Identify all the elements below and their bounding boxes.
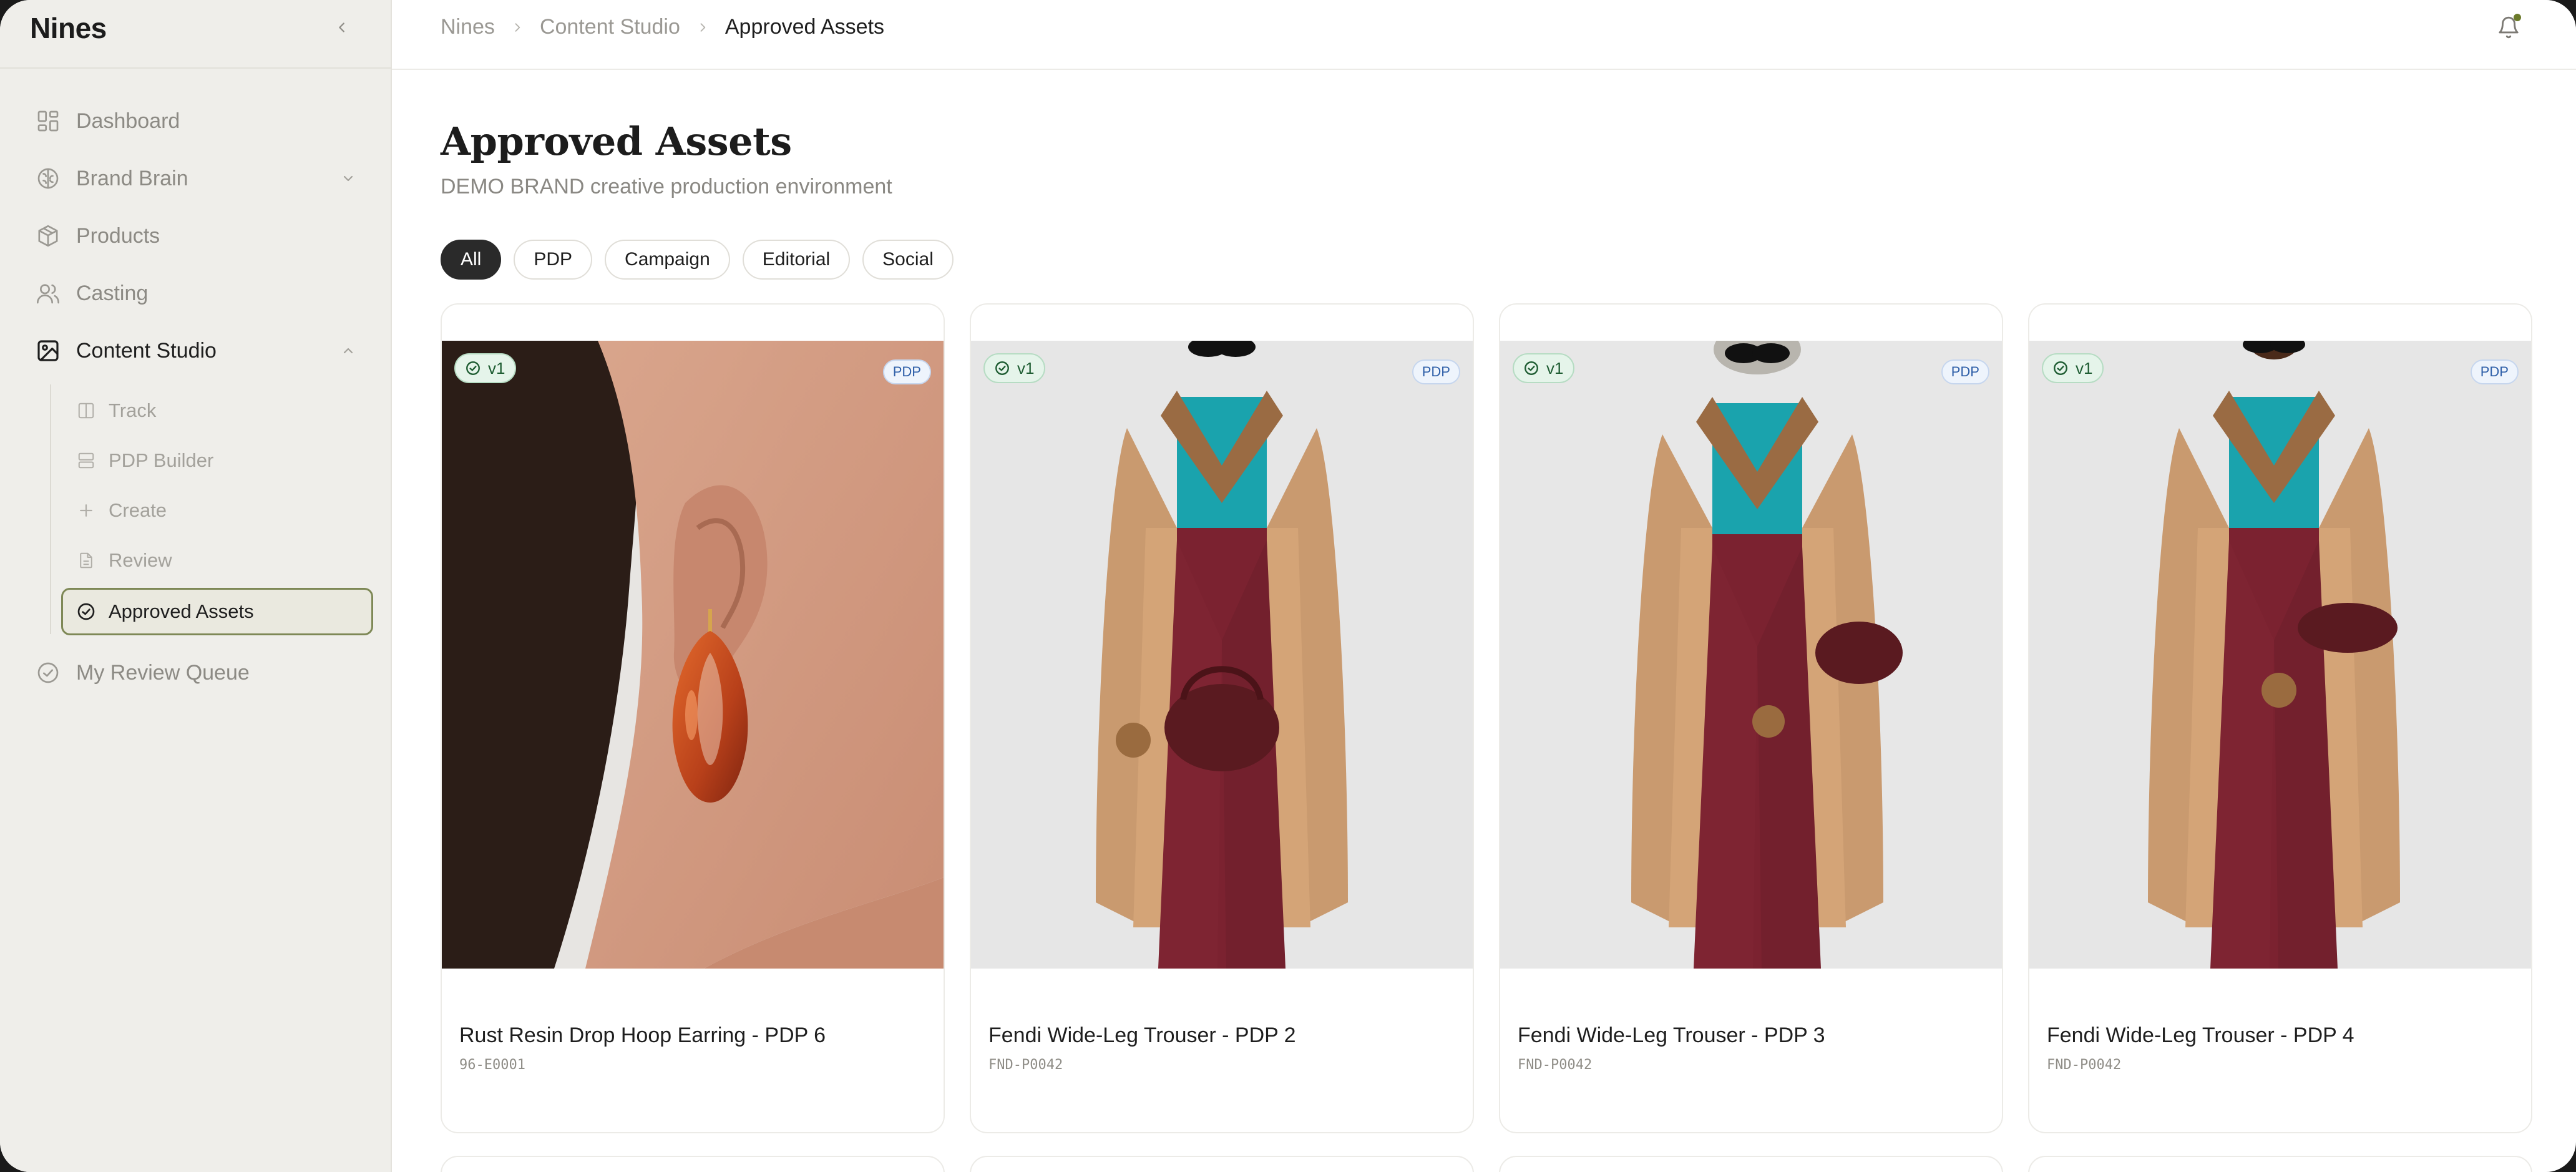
asset-card-partial[interactable]	[1499, 1156, 2003, 1172]
filter-chip-editorial[interactable]: Editorial	[742, 240, 851, 280]
sidebar-header: Nines	[0, 0, 391, 69]
sidebar-subitem-label: Track	[109, 399, 157, 421]
sidebar-item-label: Casting	[76, 281, 149, 305]
layout-icon	[76, 451, 96, 471]
sidebar-item-content-studio[interactable]: Content Studio	[35, 330, 372, 372]
users-icon	[35, 280, 61, 306]
asset-card[interactable]: v1 PDP Fendi Wide-Leg Trouser - PDP 3 FN…	[1499, 303, 2003, 1133]
sidebar-item-brand-brain[interactable]: Brand Brain	[35, 157, 372, 200]
filter-chip-pdp[interactable]: PDP	[514, 240, 593, 280]
breadcrumb-item-content-studio[interactable]: Content Studio	[540, 15, 680, 39]
top-bar: Nines Content Studio Approved Assets	[392, 0, 2576, 70]
version-badge: v1	[2042, 353, 2104, 383]
asset-image	[1500, 341, 2002, 969]
sidebar: Nines Dashboard Brand Brain Products Cas…	[0, 0, 392, 1172]
asset-title: Fendi Wide-Leg Trouser - PDP 4	[2047, 1023, 2354, 1047]
notification-dot	[2514, 14, 2521, 21]
sidebar-item-my-review-queue[interactable]: My Review Queue	[35, 652, 372, 694]
breadcrumb-item-nines[interactable]: Nines	[441, 15, 495, 39]
asset-sku: FND-P0042	[988, 1057, 1063, 1073]
check-circle-icon	[35, 660, 61, 686]
chevron-down-icon	[339, 170, 357, 187]
asset-sku: FND-P0042	[1518, 1057, 1593, 1073]
sidebar-item-products[interactable]: Products	[35, 215, 372, 257]
sidebar-subitem-label: Approved Assets	[109, 600, 254, 622]
file-icon	[76, 550, 96, 570]
breadcrumb-current: Approved Assets	[724, 15, 885, 39]
asset-type-badge: PDP	[2470, 359, 2519, 384]
filter-chip-campaign[interactable]: Campaign	[605, 240, 730, 280]
chevron-right-icon	[696, 21, 709, 34]
box-icon	[35, 223, 61, 249]
version-label: v1	[1546, 358, 1564, 378]
sidebar-item-label: Brand Brain	[76, 166, 188, 190]
page-title: Approved Assets	[441, 119, 792, 164]
submenu-guide-line	[50, 384, 51, 634]
sidebar-subitem-pdp-builder[interactable]: PDP Builder	[61, 437, 373, 484]
asset-card-partial[interactable]	[2028, 1156, 2532, 1172]
collapse-sidebar-button[interactable]	[329, 14, 354, 41]
check-circle-icon	[2052, 359, 2069, 377]
plus-icon	[76, 501, 96, 520]
asset-card[interactable]: v1 PDP Fendi Wide-Leg Trouser - PDP 4 FN…	[2028, 303, 2532, 1133]
app-window: Nines Dashboard Brand Brain Products Cas…	[0, 0, 2576, 1172]
version-label: v1	[2076, 358, 2093, 378]
asset-sku: 96-E0001	[459, 1057, 525, 1073]
asset-card-partial[interactable]	[970, 1156, 1474, 1172]
sidebar-item-casting[interactable]: Casting	[35, 272, 372, 315]
chevron-up-icon	[339, 342, 357, 359]
version-label: v1	[488, 358, 505, 378]
check-circle-icon	[464, 359, 482, 377]
asset-type-badge: PDP	[1412, 359, 1460, 384]
asset-image	[971, 341, 1473, 969]
asset-card[interactable]: v1 PDP Fendi Wide-Leg Trouser - PDP 2 FN…	[970, 303, 1474, 1133]
sidebar-subitem-label: PDP Builder	[109, 449, 214, 471]
check-circle-icon	[76, 602, 96, 622]
check-circle-icon	[1523, 359, 1540, 377]
sidebar-subitem-review[interactable]: Review	[61, 537, 373, 584]
asset-title: Fendi Wide-Leg Trouser - PDP 2	[988, 1023, 1296, 1047]
sidebar-item-label: Dashboard	[76, 109, 180, 133]
notifications-button[interactable]	[2495, 12, 2522, 42]
page-subtitle: DEMO BRAND creative production environme…	[441, 175, 892, 198]
version-badge: v1	[454, 353, 517, 383]
asset-type-badge: PDP	[1941, 359, 1989, 384]
asset-card-partial[interactable]	[441, 1156, 945, 1172]
sidebar-item-label: Content Studio	[76, 338, 217, 363]
filter-chip-all[interactable]: All	[441, 240, 502, 280]
filter-chip-social[interactable]: Social	[862, 240, 954, 280]
image-icon	[35, 338, 61, 364]
sidebar-item-label: My Review Queue	[76, 660, 250, 685]
asset-image	[2029, 341, 2531, 969]
sidebar-item-dashboard[interactable]: Dashboard	[35, 100, 372, 142]
asset-type-badge: PDP	[882, 359, 931, 384]
sidebar-item-label: Products	[76, 223, 160, 248]
sidebar-subitem-label: Review	[109, 549, 172, 571]
version-badge: v1	[983, 353, 1046, 383]
chevron-left-icon	[339, 22, 344, 32]
version-badge: v1	[1513, 353, 1575, 383]
version-label: v1	[1017, 358, 1035, 378]
asset-title: Rust Resin Drop Hoop Earring - PDP 6	[459, 1023, 826, 1047]
dashboard-icon	[35, 108, 61, 134]
brain-icon	[35, 165, 61, 192]
sidebar-subitem-track[interactable]: Track	[61, 387, 373, 434]
sidebar-subitem-approved-assets[interactable]: Approved Assets	[61, 588, 373, 635]
check-circle-icon	[993, 359, 1011, 377]
app-logo: Nines	[30, 12, 107, 44]
asset-sku: FND-P0042	[2047, 1057, 2122, 1073]
breadcrumb: Nines Content Studio Approved Assets	[441, 15, 884, 39]
asset-card[interactable]: v1 PDP Rust Resin Drop Hoop Earring - PD…	[441, 303, 945, 1133]
filter-chips: All PDP Campaign Editorial Social	[441, 240, 954, 280]
sidebar-subitem-create[interactable]: Create	[61, 487, 373, 534]
sidebar-subitem-label: Create	[109, 499, 167, 521]
asset-title: Fendi Wide-Leg Trouser - PDP 3	[1518, 1023, 1825, 1047]
chevron-right-icon	[511, 21, 524, 34]
columns-icon	[76, 401, 96, 421]
asset-image	[442, 341, 944, 969]
